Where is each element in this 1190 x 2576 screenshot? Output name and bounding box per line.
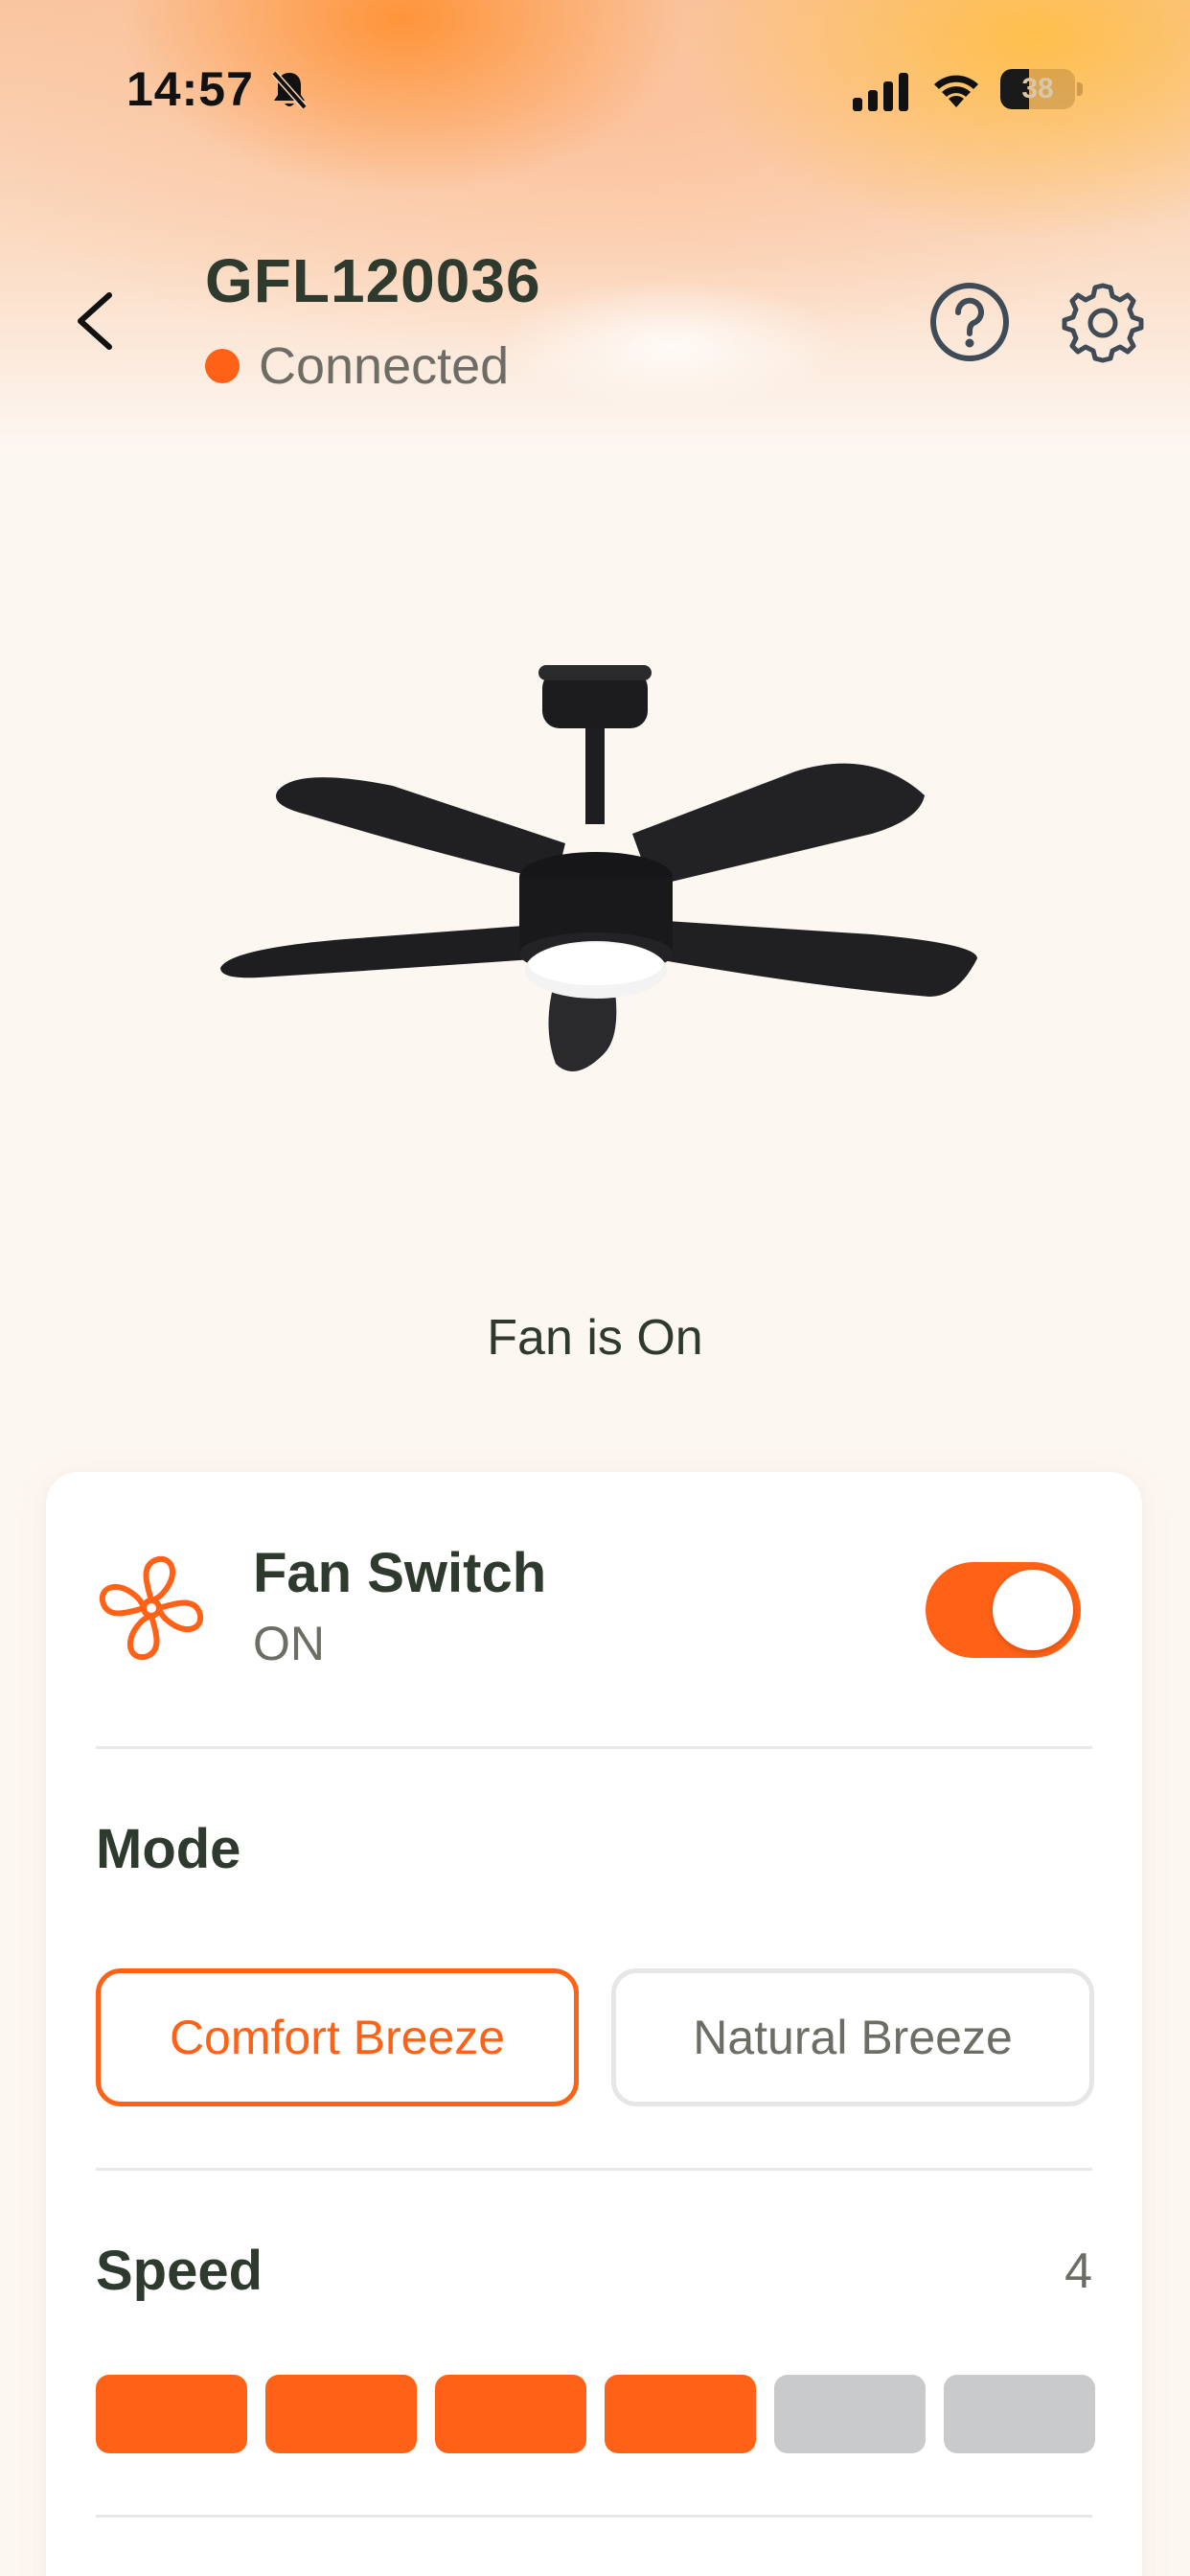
wifi-icon	[934, 75, 978, 107]
divider	[96, 2168, 1092, 2171]
ceiling-fan-image	[220, 665, 977, 1071]
connection-status: Connected	[205, 337, 509, 395]
settings-button[interactable]	[1060, 280, 1146, 364]
control-card: Fan Switch ON Mode Comfort Breeze Natura…	[46, 1472, 1142, 2576]
speed-title: Speed	[96, 2240, 263, 2302]
connection-status-text: Connected	[259, 337, 510, 395]
fan-icon	[99, 1555, 204, 1661]
mode-title: Mode	[96, 1818, 241, 1880]
question-circle-icon	[930, 283, 1009, 361]
speed-value: 4	[1064, 2243, 1092, 2299]
fan-switch-state: ON	[253, 1617, 325, 1670]
chevron-left-icon	[78, 292, 112, 350]
back-button[interactable]	[59, 278, 136, 364]
fan-switch-toggle[interactable]	[926, 1562, 1081, 1658]
mode-natural-breeze-button[interactable]: Natural Breeze	[611, 1968, 1094, 2106]
speed-level-1[interactable]	[96, 2375, 247, 2453]
speed-level-3[interactable]	[435, 2375, 586, 2453]
speed-level-5[interactable]	[774, 2375, 926, 2453]
gear-icon	[1062, 283, 1144, 363]
battery-indicator: 38	[1000, 69, 1083, 109]
toggle-knob	[993, 1570, 1073, 1650]
status-time: 14:57	[126, 62, 254, 116]
signal-icon	[853, 73, 908, 111]
fan-state-label: Fan is On	[487, 1310, 703, 1366]
bell-off-icon	[271, 70, 308, 110]
battery-level: 38	[1021, 73, 1054, 104]
device-title: GFL120036	[205, 246, 541, 315]
divider	[96, 2515, 1092, 2518]
mode-comfort-breeze-button[interactable]: Comfort Breeze	[96, 1968, 579, 2106]
status-bar: 14:57 38	[0, 0, 1190, 182]
speed-level-2[interactable]	[265, 2375, 417, 2453]
fan-switch-title: Fan Switch	[253, 1542, 547, 1604]
speed-level-4[interactable]	[605, 2375, 756, 2453]
speed-level-6[interactable]	[944, 2375, 1095, 2453]
status-dot	[205, 349, 240, 383]
divider	[96, 1746, 1092, 1749]
help-button[interactable]	[927, 280, 1012, 364]
